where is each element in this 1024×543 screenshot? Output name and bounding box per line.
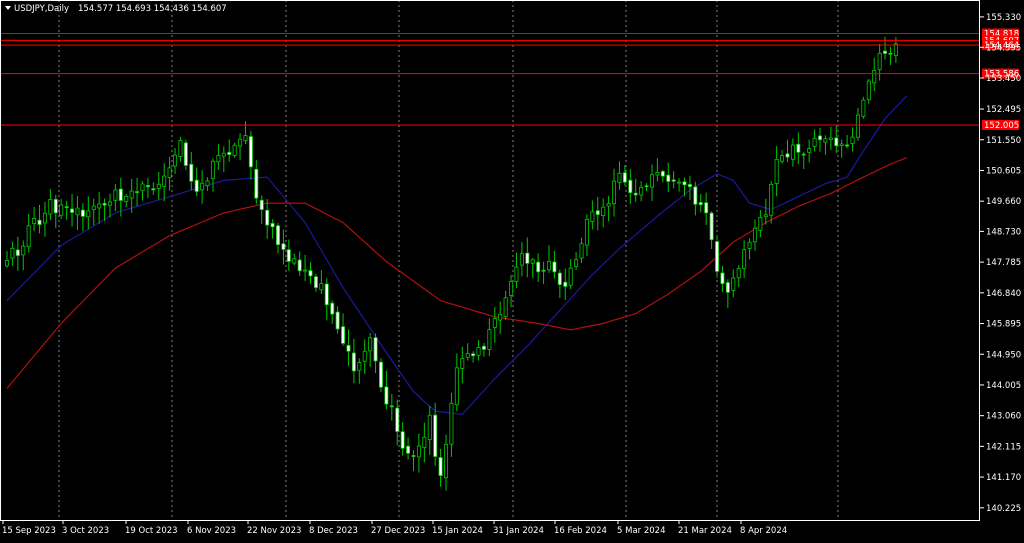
y-tick-label: 151.550 (986, 136, 1021, 146)
x-tick-label: 8 Dec 2023 (309, 526, 358, 536)
x-tick-label: 3 Oct 2023 (62, 526, 109, 536)
candle (861, 96, 866, 119)
x-tick-label: 15 Jan 2024 (432, 526, 483, 536)
x-tick-label: 22 Nov 2023 (247, 526, 301, 536)
y-tick-label: 141.170 (986, 473, 1021, 483)
symbol-timeframe: USDJPY,Daily (14, 4, 69, 14)
y-tick-label: 148.730 (986, 227, 1021, 237)
candle (378, 358, 383, 392)
chart-svg[interactable]: 154.818154.607154.464153.586152.005 155.… (0, 0, 1024, 539)
y-tick-label: 147.785 (986, 258, 1021, 268)
y-tick-label: 140.225 (986, 504, 1021, 514)
y-tick-label: 150.605 (986, 166, 1021, 176)
y-tick-label: 153.450 (986, 74, 1021, 84)
y-tick-label: 145.895 (986, 320, 1021, 330)
chart-header: USDJPY,Daily 154.577 154.693 154.436 154… (5, 4, 227, 14)
y-tick-label: 152.495 (986, 105, 1021, 115)
y-tick-label: 146.840 (986, 289, 1021, 299)
y-tick-label: 155.330 (986, 13, 1021, 23)
x-tick-label: 8 Apr 2024 (740, 526, 787, 536)
candle (183, 139, 188, 171)
x-tick-label: 27 Dec 2023 (371, 526, 425, 536)
x-tick-label: 6 Nov 2023 (187, 526, 236, 536)
y-tick-label: 143.060 (986, 412, 1021, 422)
level-price-label: 152.005 (984, 121, 1019, 131)
x-tick-label: 5 Mar 2024 (617, 526, 665, 536)
y-tick-label: 154.395 (986, 43, 1021, 53)
y-tick-label: 142.115 (986, 442, 1021, 452)
x-tick-label: 21 Mar 2024 (678, 526, 732, 536)
ohlc-values: 154.577 154.693 154.436 154.607 (78, 4, 227, 14)
x-tick-label: 31 Jan 2024 (493, 526, 544, 536)
price-chart[interactable]: 154.818154.607154.464153.586152.005 155.… (0, 0, 1024, 539)
y-tick-label: 149.660 (986, 197, 1021, 207)
x-tick-label: 19 Oct 2023 (125, 526, 178, 536)
candle (232, 142, 237, 158)
x-tick-label: 16 Feb 2024 (554, 526, 607, 536)
x-tick-label: 15 Sep 2023 (2, 526, 56, 536)
y-tick-label: 144.950 (986, 350, 1021, 360)
candle (715, 235, 720, 278)
y-tick-label: 144.005 (986, 381, 1021, 391)
